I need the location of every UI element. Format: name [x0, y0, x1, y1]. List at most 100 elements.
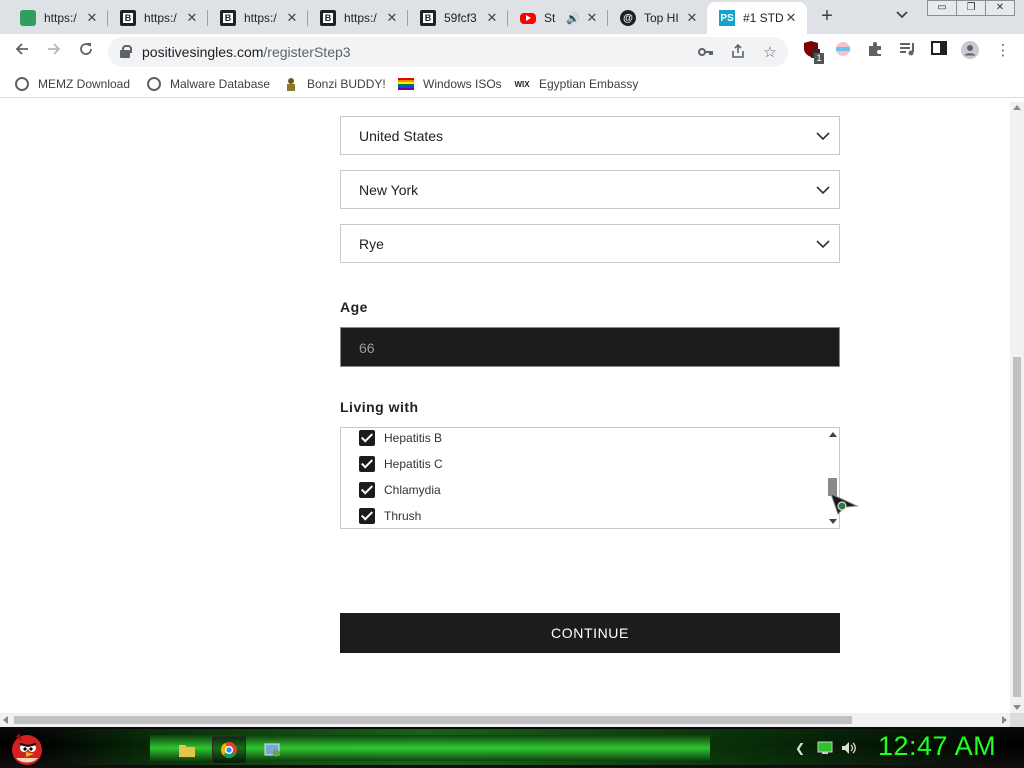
- youtube-icon: [520, 12, 536, 24]
- checkbox-checked[interactable]: [359, 456, 375, 472]
- chrome-taskbar-icon[interactable]: [212, 736, 246, 764]
- minimize-button[interactable]: ▭: [927, 0, 957, 16]
- new-tab-button[interactable]: +: [815, 6, 839, 28]
- browser-tab[interactable]: B https:/ ✕: [308, 2, 408, 34]
- ublock-extension-icon[interactable]: 1: [800, 40, 824, 64]
- browser-tab-active[interactable]: PS #1 STD ✕: [707, 2, 807, 34]
- page-content: United States New York Rye Age 66 Living…: [0, 102, 1010, 713]
- scroll-right-arrow-icon[interactable]: [1002, 716, 1007, 724]
- tab-title: 59fcf3: [444, 11, 477, 25]
- b-logo-icon: B: [320, 10, 336, 26]
- condition-option[interactable]: Chlamydia: [359, 481, 441, 499]
- close-tab-icon[interactable]: ✕: [484, 10, 500, 26]
- key-icon[interactable]: [696, 43, 716, 63]
- country-select[interactable]: United States: [340, 116, 840, 155]
- condition-option[interactable]: Thrush: [359, 507, 421, 525]
- tab-title: Top HI: [644, 11, 679, 25]
- bookmark-star-icon[interactable]: ☆: [760, 43, 780, 63]
- close-tab-icon[interactable]: ✕: [384, 10, 400, 26]
- bookmark-label: MEMZ Download: [38, 77, 131, 91]
- b-logo-icon: B: [120, 10, 136, 26]
- checkbox-checked[interactable]: [359, 482, 375, 498]
- file-explorer-icon[interactable]: [170, 736, 204, 764]
- extensions-puzzle-icon[interactable]: [864, 40, 886, 62]
- address-bar[interactable]: positivesingles.com/registerStep3 ☆: [108, 37, 788, 67]
- checkbox-checked[interactable]: [359, 508, 375, 524]
- browser-tab[interactable]: @ Top HI ✕: [608, 2, 708, 34]
- tray-arrow-icon[interactable]: ❮: [792, 741, 808, 757]
- browser-tab[interactable]: St 🔊 ✕: [508, 2, 608, 34]
- bookmark-item[interactable]: Bonzi BUDDY!: [284, 76, 386, 92]
- globe-icon: [15, 77, 29, 91]
- reload-button[interactable]: [74, 40, 98, 64]
- bookmark-label: Egyptian Embassy: [539, 77, 639, 91]
- close-window-button[interactable]: ✕: [985, 0, 1015, 16]
- close-tab-icon[interactable]: ✕: [584, 10, 600, 26]
- url-host: positivesingles.com: [142, 44, 264, 60]
- chevron-down-icon: [816, 132, 830, 141]
- menu-kebab-icon[interactable]: ⋮: [992, 40, 1014, 62]
- scroll-up-arrow-icon[interactable]: [1013, 105, 1021, 110]
- condition-option[interactable]: Hepatitis C: [359, 455, 443, 473]
- page-horizontal-scrollbar[interactable]: [0, 713, 1010, 727]
- close-tab-icon[interactable]: ✕: [84, 10, 100, 26]
- checkbox-checked[interactable]: [359, 430, 375, 446]
- tab-title: https:/: [344, 11, 377, 25]
- back-button[interactable]: [10, 40, 34, 64]
- age-input[interactable]: 66: [340, 327, 840, 367]
- close-tab-icon[interactable]: ✕: [284, 10, 300, 26]
- start-button-angry-bird-icon[interactable]: [6, 727, 46, 768]
- state-value: New York: [359, 182, 419, 198]
- browser-tab[interactable]: B https:/ ✕: [208, 2, 308, 34]
- scrollbar-thumb[interactable]: [14, 716, 852, 724]
- conditions-listbox[interactable]: Hepatitis B Hepatitis C Chlamydia Thrush: [340, 427, 840, 529]
- extension-badge: 1: [814, 53, 824, 64]
- tab-title: https:/: [44, 11, 77, 25]
- tab-title: St: [544, 11, 556, 25]
- restore-button[interactable]: ❐: [956, 0, 986, 16]
- taskbar-clock[interactable]: 12:47 AM: [878, 731, 996, 762]
- bookmark-label: Malware Database: [170, 77, 271, 91]
- tab-title: https:/: [244, 11, 277, 25]
- state-select[interactable]: New York: [340, 170, 840, 209]
- browser-tab[interactable]: B 59fcf3 ✕: [408, 2, 508, 34]
- condition-label: Hepatitis B: [384, 431, 443, 445]
- continue-button[interactable]: CONTINUE: [340, 613, 840, 653]
- media-control-icon[interactable]: [896, 40, 918, 62]
- scroll-down-arrow-icon[interactable]: [829, 519, 837, 524]
- profile-avatar-icon[interactable]: [959, 40, 981, 62]
- scrollbar-thumb[interactable]: [1013, 357, 1021, 697]
- bookmark-item[interactable]: Malware Database: [147, 76, 270, 92]
- tab-title: https:/: [144, 11, 177, 25]
- scroll-down-arrow-icon[interactable]: [1013, 705, 1021, 710]
- vpn-extension-icon[interactable]: [832, 40, 854, 62]
- bonzi-icon: [284, 77, 298, 91]
- browser-tab[interactable]: B https:/ ✕: [108, 2, 208, 34]
- close-tab-icon[interactable]: ✕: [184, 10, 200, 26]
- scroll-up-arrow-icon[interactable]: [829, 432, 837, 437]
- forward-button[interactable]: [42, 40, 66, 64]
- share-icon[interactable]: [728, 43, 748, 63]
- bookmark-item[interactable]: Windows ISOs: [398, 76, 502, 92]
- side-panel-icon[interactable]: [928, 40, 950, 62]
- close-tab-icon[interactable]: ✕: [783, 10, 799, 26]
- network-icon[interactable]: [817, 741, 833, 757]
- b-logo-icon: B: [420, 10, 436, 26]
- city-select[interactable]: Rye: [340, 224, 840, 263]
- chevron-down-icon: [816, 186, 830, 195]
- close-tab-icon[interactable]: ✕: [684, 10, 700, 26]
- url-path: /registerStep3: [263, 44, 351, 60]
- country-value: United States: [359, 128, 444, 144]
- bookmark-item[interactable]: MEMZ Download: [15, 76, 130, 92]
- lock-icon[interactable]: [120, 45, 132, 58]
- tab-search-icon[interactable]: [896, 8, 908, 22]
- scroll-left-arrow-icon[interactable]: [3, 716, 8, 724]
- browser-tab[interactable]: https:/ ✕: [8, 2, 108, 34]
- bookmark-item[interactable]: WIX Egyptian Embassy: [514, 76, 638, 92]
- condition-option[interactable]: Hepatitis B: [359, 429, 442, 447]
- system-program-icon[interactable]: [256, 736, 290, 764]
- condition-label: Hepatitis C: [384, 457, 443, 471]
- volume-icon[interactable]: [841, 741, 857, 757]
- speaker-icon[interactable]: 🔊: [566, 12, 582, 25]
- page-vertical-scrollbar[interactable]: [1010, 102, 1024, 713]
